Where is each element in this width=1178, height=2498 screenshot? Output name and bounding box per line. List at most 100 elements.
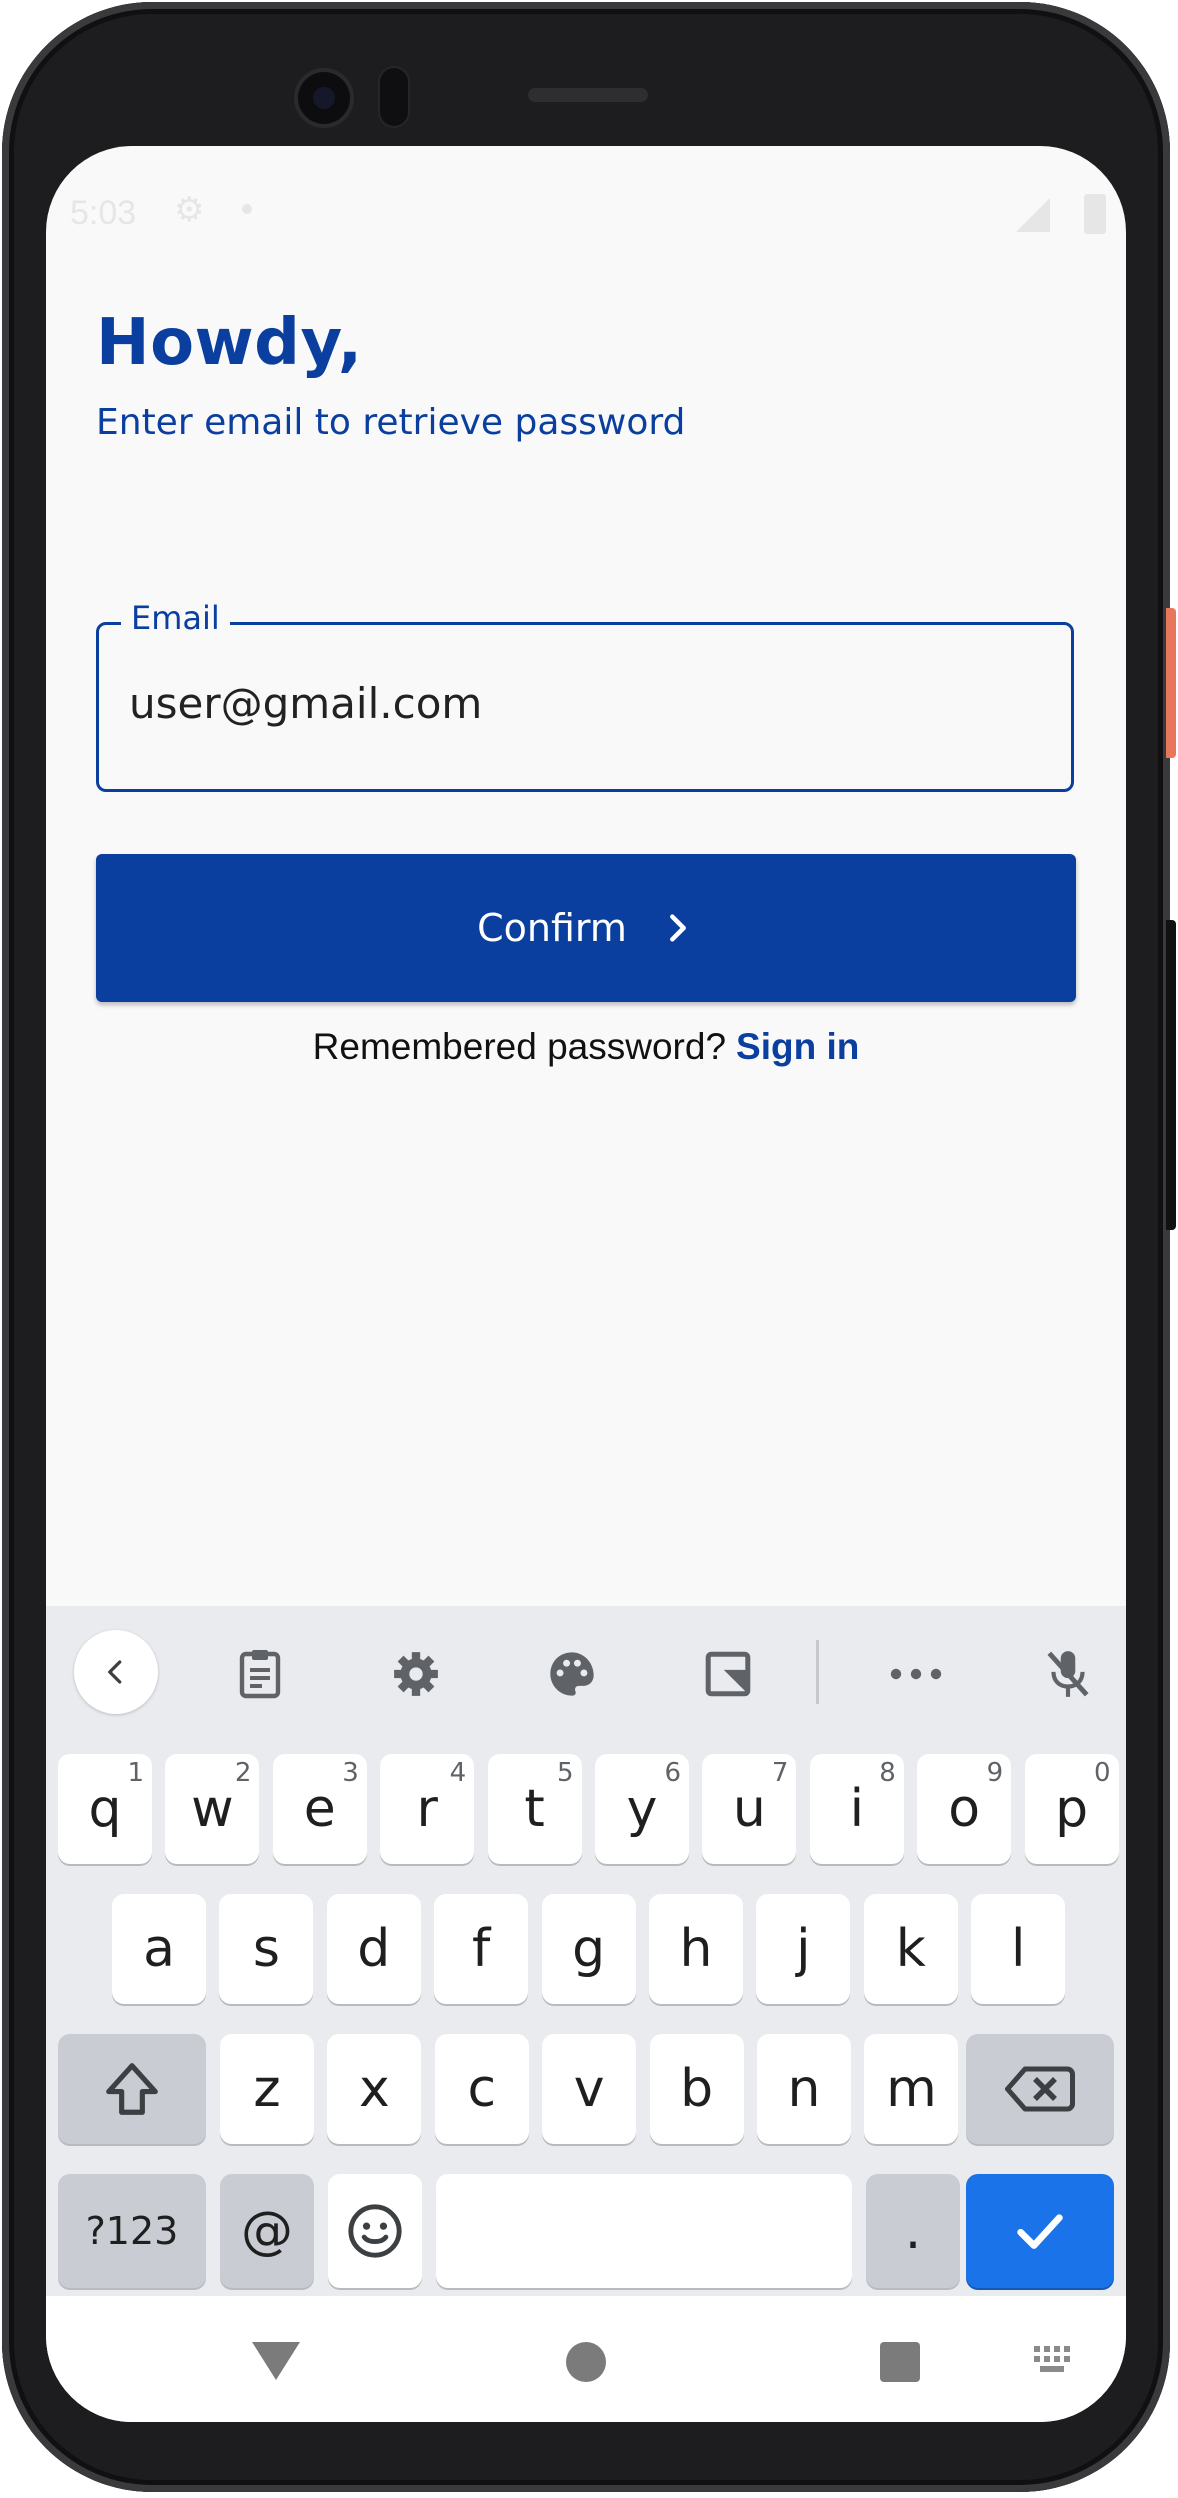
key-p-label: p <box>1055 1779 1089 1839</box>
key-w-hint: 2 <box>234 1758 252 1788</box>
email-field-value[interactable]: user@gmail.com <box>129 679 482 728</box>
period-key[interactable]: . <box>866 2174 960 2288</box>
back-icon[interactable] <box>74 1630 158 1714</box>
key-p[interactable]: p0 <box>1024 1754 1119 1864</box>
done-key[interactable] <box>966 2174 1114 2288</box>
nav-home-icon[interactable] <box>566 2342 606 2382</box>
emoji-key[interactable] <box>328 2174 422 2288</box>
gear-icon[interactable] <box>376 1634 456 1714</box>
key-w[interactable]: w2 <box>165 1754 260 1864</box>
key-y[interactable]: y6 <box>595 1754 689 1864</box>
key-q-hint: 1 <box>127 1758 144 1788</box>
notification-dot-icon <box>242 204 252 214</box>
key-a-label: a <box>143 1919 175 1979</box>
key-o[interactable]: o9 <box>917 1754 1012 1864</box>
key-r-label: r <box>416 1779 438 1839</box>
key-i[interactable]: i8 <box>809 1754 904 1864</box>
key-u[interactable]: u7 <box>702 1754 797 1864</box>
keyboard-switch-icon[interactable] <box>1034 2346 1074 2376</box>
earpiece-speaker <box>528 88 648 102</box>
remembered-password-text: Remembered password? <box>312 1026 727 1067</box>
key-o-label: o <box>948 1779 981 1839</box>
key-t[interactable]: t5 <box>487 1754 582 1864</box>
check-icon <box>1017 2214 1063 2249</box>
key-a[interactable]: a <box>112 1894 206 2004</box>
email-field[interactable]: Email user@gmail.com <box>96 599 1074 792</box>
mic-off-icon[interactable] <box>1028 1634 1108 1714</box>
key-c-label: c <box>467 2059 497 2119</box>
key-k-label: k <box>895 1919 926 1979</box>
key-g[interactable]: g <box>541 1894 636 2004</box>
proximity-sensor <box>380 68 408 126</box>
key-w-label: w <box>191 1779 234 1839</box>
battery-icon <box>1084 194 1106 234</box>
key-q-label: q <box>88 1779 122 1839</box>
key-c[interactable]: c <box>434 2034 529 2144</box>
key-q[interactable]: q1 <box>58 1754 152 1864</box>
key-s[interactable]: s <box>219 1894 314 2004</box>
key-j[interactable]: j <box>756 1894 851 2004</box>
key-z[interactable]: z <box>220 2034 314 2144</box>
key-m[interactable]: m <box>864 2034 959 2144</box>
front-camera <box>298 72 350 124</box>
key-y-label: y <box>626 1779 658 1839</box>
nav-recents-icon[interactable] <box>880 2342 920 2382</box>
email-field-label: Email <box>121 599 230 637</box>
confirm-button[interactable]: Confirm <box>96 854 1076 1002</box>
key-x[interactable]: x <box>327 2034 422 2144</box>
key-b[interactable]: b <box>649 2034 744 2144</box>
key-b-label: b <box>680 2059 714 2119</box>
clipboard-icon[interactable] <box>220 1634 300 1714</box>
at-key[interactable]: @ <box>220 2174 314 2288</box>
key-r[interactable]: r4 <box>380 1754 475 1864</box>
status-time: 5:03 <box>70 194 137 232</box>
space-key[interactable] <box>436 2174 852 2288</box>
key-i-label: i <box>849 1779 865 1839</box>
key-d[interactable]: d <box>326 1894 421 2004</box>
nav-back-icon[interactable] <box>252 2342 300 2380</box>
page-subtitle: Enter email to retrieve password <box>96 402 686 443</box>
symbols-key[interactable]: ?123 <box>58 2174 206 2288</box>
key-f-label: f <box>472 1919 491 1979</box>
key-f[interactable]: f <box>434 1894 529 2004</box>
screenshot-icon[interactable] <box>688 1634 768 1714</box>
soft-keyboard: q 1 w 2 e 3 r 4 t 5 y 6 u 7 i 8 o 9 p 0 a s d f g h j k l z x c v b n m ?123… <box>46 1606 1126 2296</box>
key-p-hint: 0 <box>1094 1758 1111 1788</box>
key-h[interactable]: h <box>649 1894 743 2004</box>
emoji-icon <box>348 2204 402 2258</box>
key-v-label: v <box>573 2059 605 2119</box>
status-bar: 5:03 ⚙ <box>46 146 1126 276</box>
key-m-label: m <box>886 2059 937 2119</box>
key-k[interactable]: k <box>863 1894 958 2004</box>
key-l[interactable]: l <box>971 1894 1066 2004</box>
palette-icon[interactable] <box>532 1634 612 1714</box>
keyboard-toolbar <box>46 1606 1126 1736</box>
screen: 5:03 ⚙ Howdy, Enter email to retrieve pa… <box>46 146 1126 2422</box>
key-e-label: e <box>303 1779 336 1839</box>
key-h-label: h <box>679 1919 713 1979</box>
shift-key[interactable] <box>58 2034 206 2144</box>
remembered-password-row: Remembered password? Sign in <box>46 1026 1126 1068</box>
power-button <box>1166 608 1176 758</box>
key-n[interactable]: n <box>757 2034 851 2144</box>
chevron-right-icon <box>669 914 686 942</box>
more-icon[interactable] <box>876 1634 956 1714</box>
key-x-label: x <box>359 2059 390 2119</box>
key-o-hint: 9 <box>986 1758 1004 1788</box>
key-t-hint: 5 <box>557 1758 574 1788</box>
period-key-label: . <box>904 2201 922 2261</box>
key-v[interactable]: v <box>542 2034 637 2144</box>
key-z-label: z <box>253 2059 281 2119</box>
key-u-hint: 7 <box>771 1758 789 1788</box>
page-title: Howdy, <box>96 306 363 380</box>
sign-in-link[interactable]: Sign in <box>736 1026 859 1067</box>
volume-button <box>1166 920 1176 1230</box>
key-y-hint: 6 <box>664 1758 681 1788</box>
key-t-label: t <box>524 1779 545 1839</box>
key-e[interactable]: e3 <box>272 1754 367 1864</box>
backspace-icon <box>1005 2066 1075 2112</box>
shift-icon <box>106 2063 158 2115</box>
key-r-hint: 4 <box>449 1758 467 1788</box>
navigation-bar <box>46 2296 1126 2422</box>
backspace-key[interactable] <box>966 2034 1114 2144</box>
